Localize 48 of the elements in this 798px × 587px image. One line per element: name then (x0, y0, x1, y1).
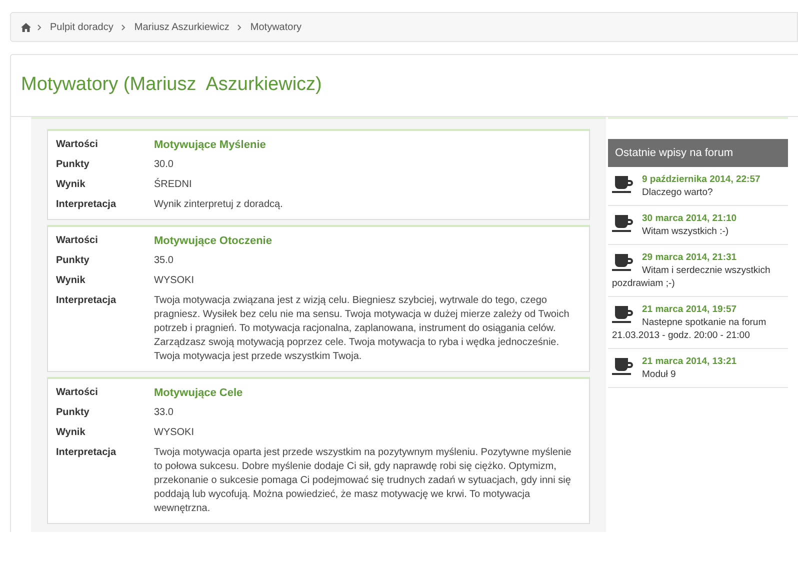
row-label: Wartości (56, 138, 99, 152)
row-value: 30.0 (154, 158, 174, 172)
row-label: Interpretacja (56, 446, 118, 460)
post-date-link[interactable]: 21 marca 2014, 19:57 (612, 303, 784, 316)
forum-header: Ostatnie wpisy na forum (608, 139, 788, 167)
row-label: Interpretacja (56, 198, 118, 212)
coffee-cup-icon (612, 254, 636, 271)
coffee-cup-icon (612, 358, 636, 375)
post-text: Witam i serdecznie wszystkich pozdrawiam ;-) (612, 265, 770, 289)
post-text: Dlaczego warto? (642, 187, 713, 198)
coffee-cup-icon (612, 306, 636, 323)
coffee-cup-icon (612, 176, 636, 193)
row-value: Wynik zinterpretuj z doradcą. (154, 198, 284, 212)
row-label: Punkty (56, 254, 90, 268)
row-value: Twoja motywacja związana jest z wizją celu. Biegniesz szybciej, wytrwale do tego, czego pragniesz. Wysiłek bez celu nie ma sensu. Twoja motywacja w dużej mierze zależy od Twoich potrzeb i pragnień. To motywacja racjonalna, zaplanowana, instrument do osiągania celów. Zarządzasz swoją motywacją poprzez cele. Twoja motywacja to ryba i wędka jednocześnie. Twoja motywacja jest przede wszystkim Twoja. (154, 294, 570, 364)
breadcrumb-link[interactable]: Mariusz Aszurkiewicz (134, 20, 230, 34)
post-text: Moduł 9 (642, 369, 676, 380)
row-label: Punkty (56, 406, 90, 420)
page-title: Motywatory (Mariusz Aszurkiewicz) (21, 73, 322, 98)
value-heading: Motywujące Cele (154, 386, 243, 400)
row-value: WYSOKI (154, 274, 196, 288)
breadcrumb-link[interactable]: Pulpit doradcy (50, 20, 114, 34)
row-label: Wartości (56, 234, 99, 248)
row-label: Wartości (56, 386, 99, 400)
row-value: ŚREDNI (154, 178, 193, 192)
breadcrumb-link[interactable]: Motywatory (250, 20, 302, 34)
chevron-icon (121, 24, 126, 30)
row-value: Twoja motywacja oparta jest przede wszystkim na pozytywnym myśleniu. Pozytywne myślenie to połowa sukcesu. Dobre myślenie dodaje Ci sił, gdy naprawdę robi się ciężko. Optymizm, przekonanie o sukcesie pomaga Ci podejmować się trudnych zadań w sytuacjach, gdy inni się poddają lub wycofują. Można powiedzieć, że masz motywację we krwi. To motywacja wewnętrzna. (154, 446, 572, 516)
row-label: Wynik (56, 426, 86, 440)
post-date-link[interactable]: 30 marca 2014, 21:10 (612, 212, 784, 225)
row-value: WYSOKI (154, 426, 196, 440)
chevron-icon (37, 24, 42, 30)
value-heading: Motywujące Myślenie (154, 138, 266, 152)
row-label: Wynik (56, 274, 86, 288)
row-value: 33.0 (154, 406, 174, 420)
post-date-link[interactable]: 9 października 2014, 22:57 (612, 173, 784, 186)
row-label: Interpretacja (56, 294, 118, 308)
row-label: Punkty (56, 158, 90, 172)
post-date-link[interactable]: 21 marca 2014, 13:21 (612, 355, 784, 368)
post-text: Nastepne spotkanie na forum 21.03.2013 - godz. 20:00 - 21:00 (612, 317, 766, 341)
value-heading: Motywujące Otoczenie (154, 234, 272, 248)
post-text: Witam wszystkich :-) (642, 226, 729, 237)
row-label: Wynik (56, 178, 86, 192)
coffee-cup-icon (612, 215, 636, 232)
home-icon[interactable] (21, 22, 31, 32)
post-date-link[interactable]: 29 marca 2014, 21:31 (612, 251, 784, 264)
chevron-icon (237, 24, 242, 30)
row-value: 35.0 (154, 254, 174, 268)
